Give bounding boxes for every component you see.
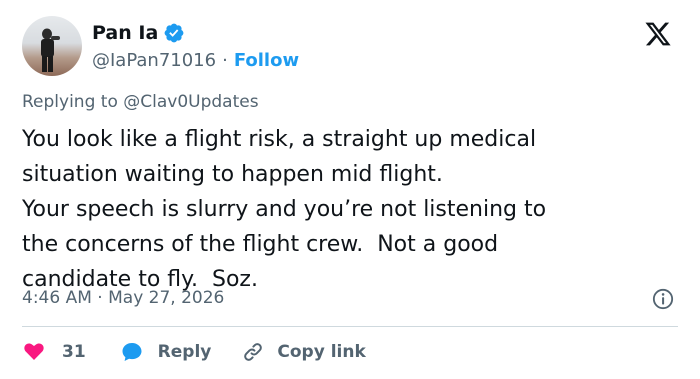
x-logo-icon[interactable]	[643, 20, 673, 48]
like-count: 31	[62, 342, 86, 362]
reply-bubble-icon	[122, 343, 142, 361]
heart-icon	[24, 343, 44, 360]
tweet-date: May 27, 2026	[108, 288, 225, 308]
tweet-time: 4:46 AM	[22, 288, 92, 308]
author-handle[interactable]: @IaPan71016	[92, 50, 216, 71]
copy-link-label: Copy link	[277, 342, 366, 362]
reply-button[interactable]: Reply	[120, 340, 212, 364]
action-bar: 31 Reply Copy link	[22, 338, 366, 366]
avatar[interactable]	[22, 16, 82, 76]
author-handle-row: @IaPan71016 · Follow	[92, 47, 299, 73]
like-button[interactable]: 31	[22, 340, 86, 364]
replying-to: Replying to @Clav0Updates	[22, 92, 259, 112]
tweet-text: You look like a flight risk, a straight …	[22, 127, 547, 292]
link-icon	[244, 343, 263, 361]
replying-to-prefix: Replying to	[22, 92, 124, 112]
divider	[22, 326, 678, 327]
follow-button[interactable]: Follow	[234, 50, 299, 71]
author-name[interactable]: Pan Ia	[92, 22, 158, 44]
author-name-row: Pan Ia	[92, 20, 185, 46]
reply-label: Reply	[157, 342, 212, 362]
timestamp-separator: ·	[91, 288, 109, 308]
tweet-timestamp[interactable]: 4:46 AM · May 27, 2026	[22, 288, 224, 308]
tweet-card: Pan Ia @IaPan71016 · Follow Replying to …	[0, 0, 700, 379]
verified-badge-icon	[164, 23, 184, 43]
handle-separator: ·	[222, 49, 228, 71]
info-icon[interactable]	[652, 288, 674, 310]
avatar-figure	[41, 28, 60, 72]
copy-link-button[interactable]: Copy link	[241, 340, 366, 364]
replying-to-mention[interactable]: @Clav0Updates	[123, 92, 258, 112]
